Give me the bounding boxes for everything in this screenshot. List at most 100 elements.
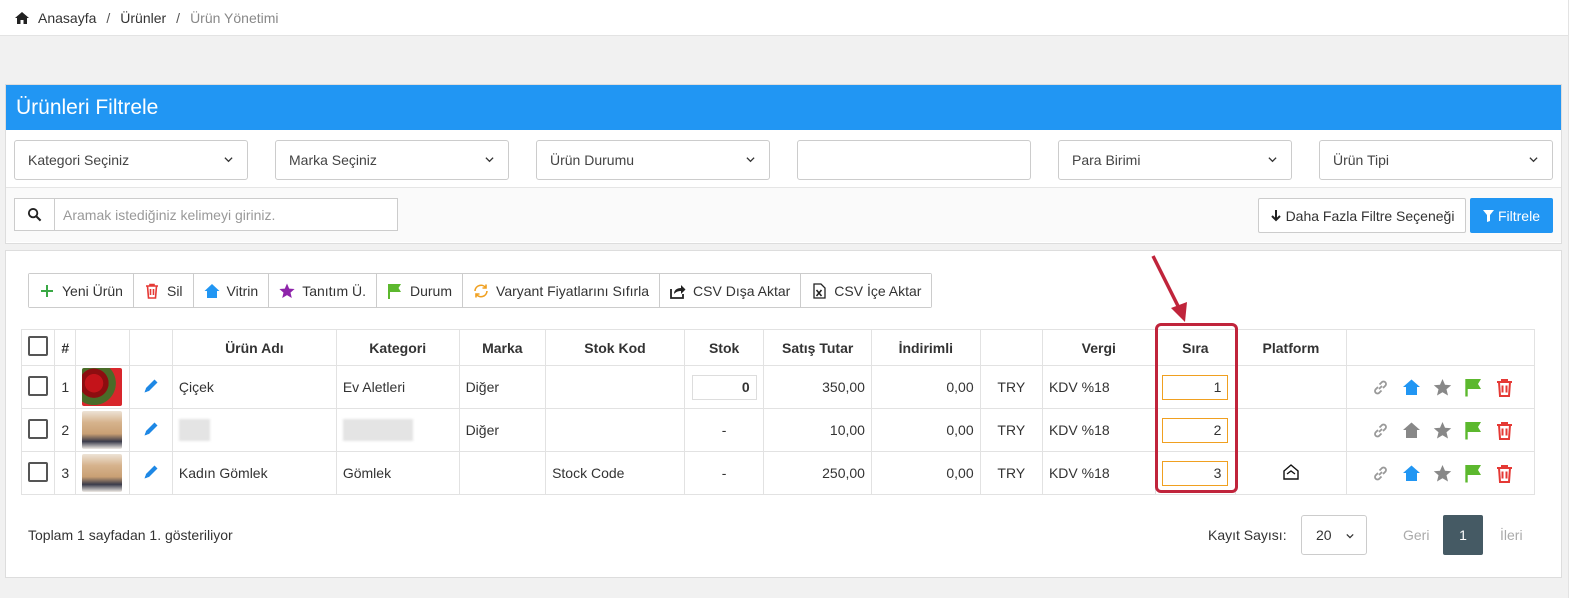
filter-selects: Kategori Seçiniz Marka Seçiniz Ürün Duru… — [14, 140, 1553, 180]
status-select-value: Ürün Durumu — [550, 152, 635, 168]
csv-export-button[interactable]: CSV Dışa Aktar — [660, 274, 802, 307]
funnel-icon — [1482, 209, 1494, 222]
trash-icon[interactable] — [1495, 378, 1514, 397]
share-export-icon — [670, 284, 686, 299]
status-button[interactable]: Durum — [377, 274, 464, 307]
arrow-down-icon — [1270, 210, 1281, 222]
row-actions — [1345, 408, 1536, 452]
status-select[interactable]: Ürün Durumu — [536, 140, 770, 180]
pencil-icon[interactable] — [142, 463, 160, 481]
pagination-prev[interactable]: Geri — [1403, 527, 1429, 543]
link-icon[interactable] — [1371, 464, 1390, 483]
product-type-select[interactable]: Ürün Tipi — [1319, 140, 1553, 180]
reset-prices-button[interactable]: Varyant Fiyatlarını Sıfırla — [463, 274, 661, 307]
showcase-label: Vitrin — [226, 282, 259, 299]
column-header-tax[interactable]: Vergi — [1041, 329, 1156, 366]
star-icon[interactable] — [1433, 464, 1452, 483]
product-platform — [1235, 408, 1347, 452]
search-input[interactable] — [55, 199, 397, 230]
trash-icon[interactable] — [1495, 421, 1514, 440]
product-thumbnail[interactable] — [82, 368, 123, 406]
table-row: 1 Çiçek Ev Aletleri Diğer 350,00 0,00 TR… — [20, 365, 1536, 409]
product-name: Çiçek — [171, 365, 337, 409]
row-checkbox[interactable] — [28, 418, 49, 439]
category-select[interactable]: Kategori Seçiniz — [14, 140, 248, 180]
csv-import-button[interactable]: CSV İçe Aktar — [801, 274, 932, 307]
row-checkbox[interactable] — [28, 375, 49, 396]
page-scrollbar-track[interactable] — [1568, 0, 1596, 598]
pagination-current-page[interactable]: 1 — [1443, 515, 1483, 555]
product-category: Gömlek — [335, 451, 460, 495]
delete-button[interactable]: Sil — [133, 274, 194, 307]
trash-icon[interactable] — [1495, 464, 1514, 483]
select-all-checkbox[interactable] — [28, 336, 49, 356]
chevron-down-icon — [1529, 157, 1538, 163]
star-icon[interactable] — [1433, 421, 1452, 440]
filter-button[interactable]: Filtrele — [1470, 198, 1553, 233]
house-icon[interactable] — [1402, 464, 1421, 483]
products-table: # Ürün Adı Kategori Marka Stok Kod Stok … — [20, 329, 1536, 495]
product-stock-code: Stock Code — [545, 451, 685, 495]
currency-select[interactable]: Para Birimi — [1058, 140, 1292, 180]
order-column-highlight — [1155, 323, 1238, 493]
status-label: Durum — [410, 282, 453, 299]
page-size-value: 20 — [1316, 527, 1332, 543]
product-price: 10,00 — [763, 408, 872, 452]
breadcrumb-current: Ürün Yönetimi — [190, 9, 279, 26]
product-brand: Diğer — [458, 408, 547, 452]
redacted-category — [342, 419, 413, 441]
filter-text-field[interactable] — [797, 140, 1031, 180]
product-stock: - — [683, 451, 765, 495]
more-filters-button[interactable]: Daha Fazla Filtre Seçeneği — [1258, 198, 1466, 233]
column-header-platform[interactable]: Platform — [1235, 329, 1347, 366]
filter-search-row: Daha Fazla Filtre Seçeneği Filtrele — [6, 187, 1561, 242]
product-discounted: 0,00 — [870, 451, 981, 495]
promo-label: Tanıtım Ü. — [302, 282, 366, 299]
row-number: 3 — [54, 451, 77, 495]
flag-icon[interactable] — [1464, 378, 1483, 397]
stock-input[interactable] — [691, 374, 757, 400]
column-header-stock-code[interactable]: Stok Kod — [545, 329, 685, 366]
pagination-next[interactable]: İleri — [1500, 527, 1523, 543]
showcase-button[interactable]: Vitrin — [193, 274, 270, 307]
house-icon[interactable] — [1402, 421, 1421, 440]
flag-icon[interactable] — [1464, 464, 1483, 483]
breadcrumb-home[interactable]: Anasayfa — [38, 10, 96, 26]
column-header-price[interactable]: Satış Tutar — [763, 329, 872, 366]
link-icon[interactable] — [1371, 378, 1390, 397]
pencil-icon[interactable] — [142, 420, 160, 438]
product-price: 250,00 — [763, 451, 872, 495]
product-discounted: 0,00 — [870, 408, 981, 452]
star-icon[interactable] — [1433, 378, 1452, 397]
product-name-redacted — [171, 408, 337, 452]
house-icon — [204, 283, 220, 298]
link-icon[interactable] — [1371, 421, 1390, 440]
breadcrumb-separator: / — [106, 9, 111, 26]
product-thumbnail[interactable] — [82, 454, 123, 492]
breadcrumb: Anasayfa / Ürünler / Ürün Yönetimi — [0, 0, 1568, 36]
house-icon[interactable] — [1402, 378, 1421, 397]
home-icon[interactable] — [14, 10, 30, 26]
page-size-select[interactable]: 20 — [1301, 515, 1367, 555]
column-header-stock[interactable]: Stok — [683, 329, 765, 366]
column-header-name[interactable]: Ürün Adı — [171, 329, 337, 366]
row-checkbox[interactable] — [28, 461, 49, 482]
brand-select[interactable]: Marka Seçiniz — [275, 140, 509, 180]
breadcrumb-products[interactable]: Ürünler — [120, 10, 166, 26]
product-thumbnail[interactable] — [82, 411, 123, 449]
row-select-cell — [20, 408, 56, 452]
pencil-icon[interactable] — [142, 377, 160, 395]
pagination-summary: Toplam 1 sayfadan 1. gösteriliyor — [28, 527, 233, 543]
filter-title: Ürünleri Filtrele — [6, 85, 1561, 130]
product-type-select-value: Ürün Tipi — [1333, 152, 1390, 168]
column-header-brand[interactable]: Marka — [458, 329, 547, 366]
filter-button-label: Filtrele — [1497, 207, 1540, 224]
column-header-discounted[interactable]: İndirimli — [870, 329, 981, 366]
promo-button[interactable]: Tanıtım Ü. — [269, 274, 377, 307]
category-select-value: Kategori Seçiniz — [28, 152, 130, 168]
new-product-button[interactable]: Yeni Ürün — [29, 274, 134, 307]
platform-icon[interactable] — [1281, 462, 1301, 482]
column-header-category[interactable]: Kategori — [335, 329, 460, 366]
row-edit-cell — [128, 451, 173, 495]
flag-icon[interactable] — [1464, 421, 1483, 440]
